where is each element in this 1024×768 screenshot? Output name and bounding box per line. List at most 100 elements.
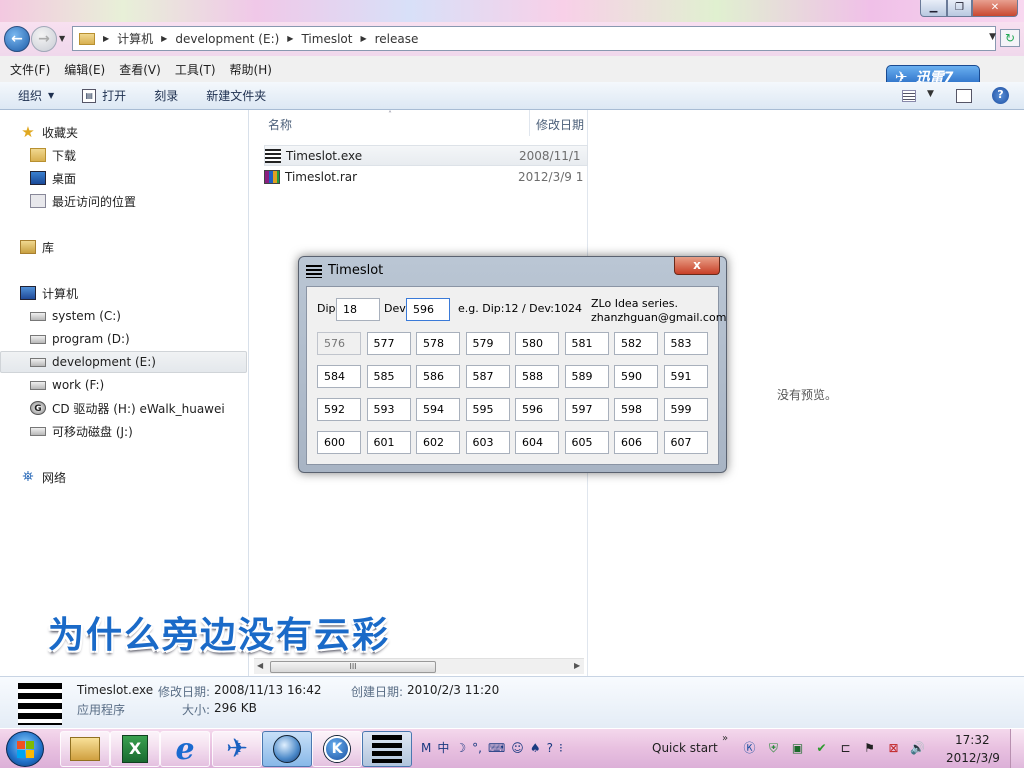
breadcrumb-current[interactable]: release	[375, 32, 419, 46]
slot-cell[interactable]: 602	[416, 431, 460, 454]
slot-cell[interactable]: 579	[465, 332, 510, 355]
menu-view[interactable]: 查看(V)	[119, 61, 161, 78]
show-desktop-button[interactable]	[1010, 729, 1024, 768]
ime-m-icon[interactable]: M	[420, 741, 432, 755]
refresh-button[interactable]: ↻	[1000, 29, 1020, 47]
column-header-name[interactable]: 名称	[268, 116, 292, 133]
nav-favorites[interactable]: ★ 收藏夹	[0, 121, 247, 143]
slot-cell[interactable]: 599	[663, 398, 708, 421]
organize-button[interactable]: 组织 ▼	[18, 87, 54, 104]
breadcrumb-computer[interactable]: 计算机	[117, 30, 153, 47]
menu-edit[interactable]: 编辑(E)	[64, 61, 105, 78]
ime-chinese-mode[interactable]: 中	[436, 739, 450, 756]
file-row[interactable]: Timeslot.rar 2012/3/9 1	[264, 166, 588, 187]
scroll-right-icon[interactable]: ▶	[574, 661, 580, 670]
breadcrumb-drive[interactable]: development (E:)	[175, 32, 279, 46]
flag-icon[interactable]: ⚑	[862, 741, 877, 756]
dev-input[interactable]: 596	[406, 298, 450, 321]
slot-cell[interactable]: 582	[614, 332, 658, 355]
slot-cell[interactable]: 578	[416, 332, 460, 355]
slot-cell[interactable]: 606	[614, 431, 658, 454]
slot-cell[interactable]: 597	[564, 398, 609, 421]
column-header-date[interactable]: 修改日期	[529, 110, 584, 136]
preview-pane-icon[interactable]	[956, 89, 972, 103]
nav-drive-d[interactable]: program (D:)	[0, 328, 247, 350]
quick-start-toolbar[interactable]: Quick start	[652, 741, 718, 755]
new-folder-button[interactable]: 新建文件夹	[206, 87, 266, 104]
nav-computer[interactable]: 计算机	[0, 282, 247, 304]
close-button[interactable]: ✕	[972, 0, 1018, 17]
volume-icon[interactable]: 🔊	[910, 741, 925, 756]
ime-tools-icon[interactable]: ♠	[529, 741, 542, 755]
taskbar-timeslot[interactable]	[362, 731, 412, 767]
taskbar-browser[interactable]	[262, 731, 312, 767]
taskbar-explorer[interactable]	[60, 731, 110, 767]
recent-pages-dropdown[interactable]: ▼	[59, 34, 65, 43]
address-bar[interactable]: ▶ 计算机 ▶ development (E:) ▶ Timeslot ▶ re…	[72, 26, 996, 51]
scroll-left-icon[interactable]: ◀	[257, 661, 263, 670]
open-button[interactable]: ▤ 打开	[82, 87, 126, 104]
slot-cell[interactable]: 580	[515, 332, 559, 355]
taskbar-excel[interactable]: X	[110, 731, 160, 767]
nav-library[interactable]: 库	[0, 236, 247, 258]
slot-cell[interactable]: 592	[317, 398, 361, 421]
menu-tools[interactable]: 工具(T)	[175, 61, 216, 78]
dip-input[interactable]: 18	[336, 298, 380, 321]
breadcrumb-separator-icon[interactable]: ▶	[287, 34, 293, 43]
nav-drive-f[interactable]: work (F:)	[0, 374, 247, 396]
nav-desktop[interactable]: 桌面	[0, 167, 247, 189]
slot-cell[interactable]: 577	[366, 332, 411, 355]
slot-cell[interactable]: 598	[614, 398, 658, 421]
nav-network[interactable]: ⛯ 网络	[0, 466, 247, 488]
slot-cell[interactable]: 576	[317, 332, 361, 355]
view-options-icon[interactable]	[902, 90, 916, 102]
taskbar-xunlei[interactable]: ✈	[212, 731, 262, 767]
scrollbar-thumb[interactable]: III	[270, 661, 436, 673]
clock-date[interactable]: 2012/3/9	[946, 751, 1000, 765]
slot-cell[interactable]: 600	[317, 431, 361, 454]
slot-cell[interactable]: 583	[663, 332, 708, 355]
breadcrumb-separator-icon[interactable]: ▶	[161, 34, 167, 43]
dialog-close-button[interactable]: x	[674, 257, 720, 275]
slot-cell[interactable]: 607	[663, 431, 708, 454]
slot-cell[interactable]: 603	[465, 431, 510, 454]
file-row[interactable]: Timeslot.exe 2008/11/1	[264, 145, 588, 166]
start-button[interactable]	[6, 731, 44, 767]
clock-time[interactable]: 17:32	[955, 733, 990, 747]
menu-help[interactable]: 帮助(H)	[230, 61, 272, 78]
ime-options-icon[interactable]: ⁝	[558, 741, 564, 755]
maximize-button[interactable]: ❐	[947, 0, 972, 17]
ime-punctuation-icon[interactable]: °,	[471, 741, 483, 755]
slot-cell[interactable]: 604	[515, 431, 559, 454]
breadcrumb-folder[interactable]: Timeslot	[301, 32, 352, 46]
menu-file[interactable]: 文件(F)	[10, 61, 50, 78]
minimize-button[interactable]: ▁	[920, 0, 947, 17]
slot-cell[interactable]: 590	[614, 365, 658, 388]
check-tray-icon[interactable]: ✔	[814, 741, 829, 756]
k-tray-icon[interactable]: Ⓚ	[742, 741, 757, 756]
taskbar-ie[interactable]: e	[160, 731, 210, 767]
slot-cell[interactable]: 581	[564, 332, 609, 355]
ime-halfwidth-icon[interactable]: ☽	[454, 741, 467, 755]
ime-keyboard-icon[interactable]: ⌨	[487, 741, 506, 755]
slot-cell[interactable]: 589	[564, 365, 609, 388]
ime-help-icon[interactable]: ?	[546, 741, 554, 755]
ime-skin-icon[interactable]: ☺	[510, 741, 525, 755]
burn-button[interactable]: 刻录	[154, 87, 178, 104]
slot-cell[interactable]: 594	[416, 398, 460, 421]
slot-cell[interactable]: 591	[663, 365, 708, 388]
address-history-dropdown[interactable]: ▼	[989, 32, 996, 42]
view-options-dropdown[interactable]: ▼	[927, 89, 945, 105]
shield-icon[interactable]: ⛨	[766, 741, 781, 756]
breadcrumb-separator-icon[interactable]: ▶	[103, 34, 109, 43]
slot-cell[interactable]: 605	[564, 431, 609, 454]
usb-device-icon[interactable]: ⊏	[838, 741, 853, 756]
slot-cell[interactable]: 593	[366, 398, 411, 421]
slot-cell[interactable]: 601	[366, 431, 411, 454]
slot-cell[interactable]: 587	[465, 365, 510, 388]
nav-drive-e[interactable]: development (E:)	[0, 351, 247, 373]
slot-cell[interactable]: 596	[515, 398, 559, 421]
forward-button[interactable]: →	[31, 26, 57, 52]
nav-drive-j[interactable]: 可移动磁盘 (J:)	[0, 420, 247, 442]
slot-cell[interactable]: 588	[515, 365, 559, 388]
